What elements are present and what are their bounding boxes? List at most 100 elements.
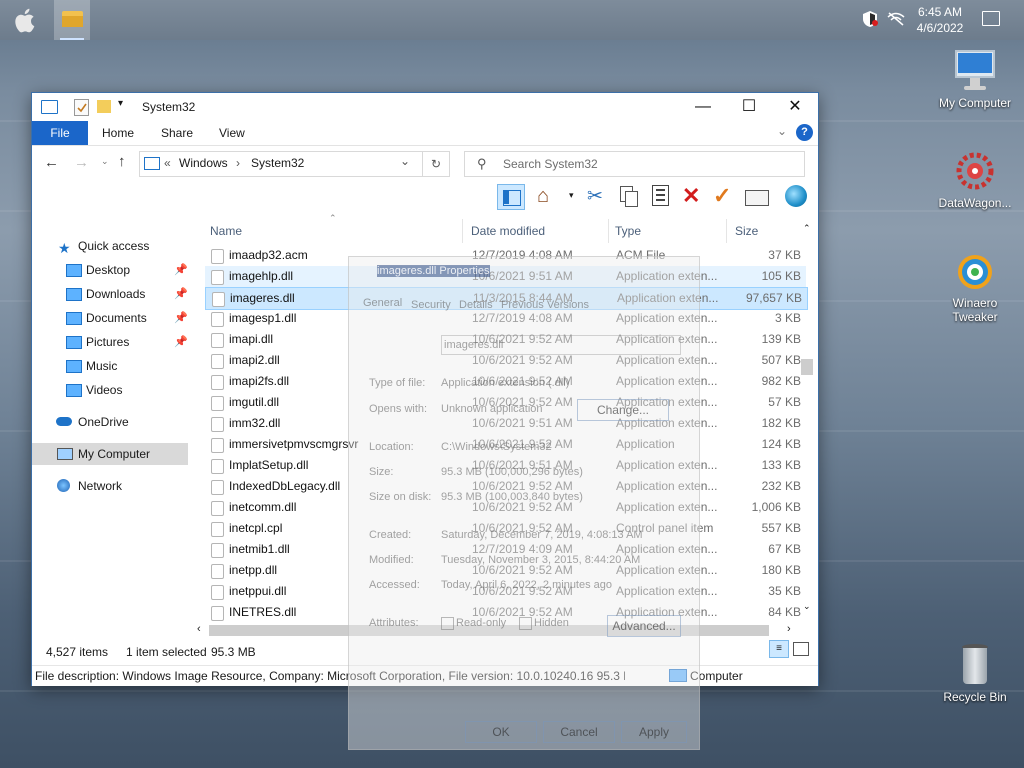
dialog-tab-previous-versions[interactable]: Previous Versions	[501, 299, 589, 311]
file-size: 124 KB	[761, 437, 801, 451]
dialog-cancel-button[interactable]: Cancel	[543, 721, 615, 743]
videos-folder-icon	[66, 384, 82, 397]
search-placeholder: Search System32	[503, 157, 598, 171]
home-icon[interactable]: ⌂	[537, 185, 549, 208]
security-shield-icon[interactable]	[862, 10, 878, 28]
rename-icon[interactable]: ✓	[713, 183, 731, 209]
file-icon	[211, 333, 224, 348]
new-folder-icon[interactable]	[97, 100, 111, 113]
desktop-icon-my-computer[interactable]: My Computer	[930, 50, 1020, 110]
chevron-down-icon[interactable]: ⌄	[777, 124, 787, 138]
properties-icon[interactable]	[74, 99, 89, 116]
nav-item-music[interactable]: Music	[32, 355, 188, 377]
column-header-type[interactable]: Type	[615, 219, 641, 243]
readonly-checkbox[interactable]	[441, 617, 454, 630]
large-icons-view-button[interactable]	[793, 642, 809, 656]
paste-icon[interactable]	[652, 185, 669, 206]
breadcrumb-system32[interactable]: System32	[251, 156, 304, 170]
address-bar[interactable]: « Windows › System32 ⌄	[139, 151, 423, 177]
desktop-icon-datawagon[interactable]: DataWagon...	[930, 150, 1020, 210]
forward-button[interactable]: →	[74, 154, 89, 171]
chevron-down-icon[interactable]: ▾	[118, 98, 123, 109]
desktop-icon-winaero[interactable]: Winaero Tweaker	[930, 252, 1020, 324]
chevron-down-icon[interactable]: ▾	[569, 190, 574, 201]
pin-icon[interactable]: 📌	[174, 283, 188, 305]
pin-icon[interactable]: 📌	[174, 259, 188, 281]
dialog-field-label: Opens with:	[369, 403, 428, 415]
file-size: 182 KB	[761, 416, 801, 430]
file-explorer-taskbar-button[interactable]	[54, 0, 90, 40]
scroll-up-icon[interactable]: ⌃	[803, 223, 811, 234]
title-bar[interactable]: ▾ System32 — ☐ ✕	[32, 93, 818, 121]
desktop-icon-recycle-bin[interactable]: Recycle Bin	[930, 642, 1020, 704]
minimize-button[interactable]: —	[680, 93, 726, 121]
network-disconnected-icon[interactable]	[887, 12, 905, 26]
scroll-down-icon[interactable]: ⌄	[803, 601, 811, 612]
dialog-field-label: Location:	[369, 441, 414, 453]
dialog-field-value: Application extension (.dll)	[441, 377, 570, 389]
pin-icon[interactable]: 📌	[174, 307, 188, 329]
breadcrumb-windows[interactable]: Windows	[179, 156, 228, 170]
tab-share[interactable]: Share	[161, 121, 193, 145]
back-button[interactable]: ←	[44, 154, 59, 171]
apple-icon[interactable]	[12, 6, 40, 34]
dialog-tab-general[interactable]: General	[363, 297, 402, 309]
column-header-size[interactable]: Size	[735, 219, 758, 243]
scroll-thumb[interactable]	[801, 359, 813, 375]
chevron-down-icon[interactable]: ⌄	[400, 154, 410, 168]
dialog-tab-security[interactable]: Security	[411, 299, 451, 311]
dialog-apply-button[interactable]: Apply	[621, 721, 687, 743]
help-icon[interactable]: ?	[796, 124, 813, 141]
tab-file[interactable]: File	[32, 121, 88, 145]
folder-icon	[144, 157, 160, 170]
file-size: 84 KB	[768, 605, 801, 619]
tab-home[interactable]: Home	[102, 121, 134, 145]
cut-icon[interactable]: ✂	[587, 185, 603, 208]
nav-item-documents[interactable]: Documents 📌	[32, 307, 188, 329]
dialog-change-button[interactable]: Change...	[577, 399, 669, 421]
nav-label: My Computer	[78, 447, 151, 461]
dialog-tab-details[interactable]: Details	[459, 299, 493, 311]
vertical-scrollbar[interactable]: ⌃ ⌄	[799, 221, 816, 616]
maximize-button[interactable]: ☐	[726, 93, 772, 121]
notifications-icon[interactable]	[982, 11, 1000, 26]
nav-item-videos[interactable]: Videos	[32, 379, 188, 401]
clock-time: 6:45 AM	[917, 5, 963, 19]
nav-item-pictures[interactable]: Pictures 📌	[32, 331, 188, 353]
music-folder-icon	[66, 360, 82, 373]
breadcrumb-overflow[interactable]: «	[164, 156, 171, 170]
nav-item-downloads[interactable]: Downloads 📌	[32, 283, 188, 305]
file-size: 557 KB	[761, 521, 801, 535]
scroll-left-icon[interactable]: ‹	[197, 623, 201, 635]
copy-icon[interactable]	[620, 186, 638, 207]
clock[interactable]: 6:45 AM 4/6/2022	[912, 4, 968, 36]
dialog-advanced-button[interactable]: Advanced...	[607, 615, 681, 637]
file-icon	[211, 375, 224, 390]
nav-quick-access[interactable]: ★ Quick access	[32, 235, 188, 257]
tab-view[interactable]: View	[219, 121, 245, 145]
search-input[interactable]: ⚲ Search System32	[464, 151, 805, 177]
close-button[interactable]: ✕	[772, 93, 818, 121]
scroll-right-icon[interactable]: ›	[787, 623, 791, 635]
item-count: 4,527 items	[46, 645, 109, 659]
hidden-checkbox[interactable]	[519, 617, 532, 630]
dialog-filename-field[interactable]: imageres.dll	[441, 335, 681, 355]
nav-network[interactable]: Network	[32, 475, 188, 497]
globe-icon[interactable]	[785, 185, 807, 207]
column-header-date[interactable]: Date modified	[471, 219, 545, 243]
nav-item-desktop[interactable]: Desktop 📌	[32, 259, 188, 281]
dialog-ok-button[interactable]: OK	[465, 721, 537, 743]
properties-icon[interactable]	[745, 190, 769, 206]
pin-icon[interactable]: 📌	[174, 331, 188, 353]
dialog-field-label: Size:	[369, 466, 394, 478]
up-button[interactable]: ↑	[118, 153, 126, 170]
nav-my-computer[interactable]: My Computer	[32, 443, 188, 465]
details-view-button[interactable]: ≡	[769, 640, 789, 658]
dialog-field-value: 95.3 MB (100,003,840 bytes)	[441, 491, 583, 503]
refresh-button[interactable]: ↻	[422, 151, 450, 177]
preview-pane-button[interactable]	[497, 184, 525, 210]
nav-onedrive[interactable]: OneDrive	[32, 411, 188, 433]
delete-icon[interactable]: ✕	[682, 183, 700, 209]
recent-locations-button[interactable]: ⌄	[101, 156, 109, 167]
column-header-name[interactable]: Name	[210, 219, 242, 243]
